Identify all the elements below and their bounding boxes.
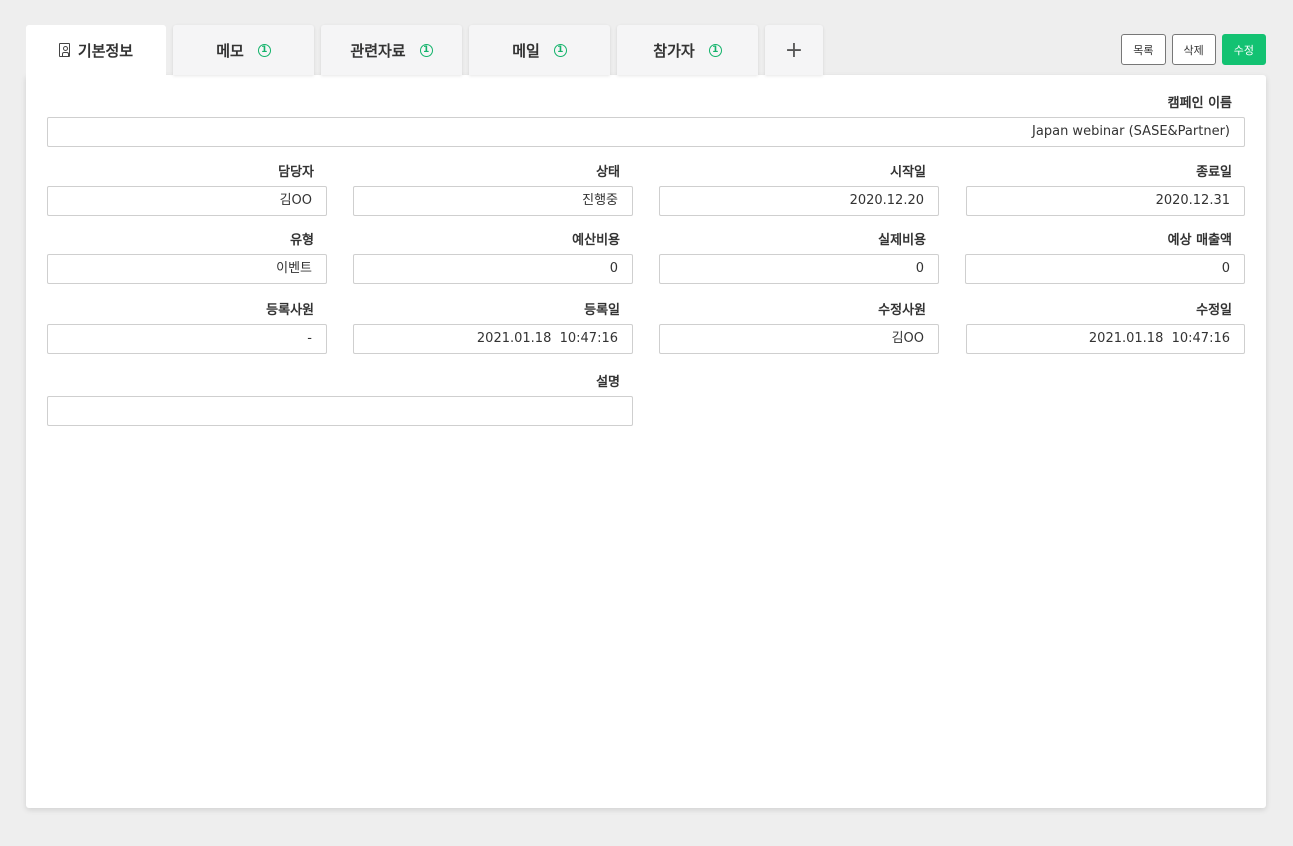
status-label: 상태	[596, 165, 620, 180]
actual-cost-input[interactable]: 0	[659, 254, 939, 284]
tab-label: 메일	[512, 41, 540, 60]
count-badge: 1	[553, 43, 567, 57]
owner-label: 담당자	[278, 165, 314, 180]
tab-basic-info[interactable]: 기본정보	[26, 25, 166, 75]
tab-related-files[interactable]: 관련자료 1	[321, 25, 462, 75]
registered-date-input[interactable]: 2021.01.18 10:47:16	[353, 324, 633, 354]
list-button[interactable]: 목록	[1121, 34, 1166, 65]
actual-cost-label: 실제비용	[878, 233, 926, 248]
end-date-label: 종료일	[1196, 165, 1232, 180]
campaign-name-field: 캠페인 이름 Japan webinar (SASE&Partner)	[47, 92, 1245, 148]
status-input[interactable]: 진행중	[353, 186, 633, 216]
tab-label: 참가자	[653, 41, 695, 60]
delete-button[interactable]: 삭제	[1171, 34, 1216, 65]
budget-cost-input[interactable]: 0	[353, 254, 633, 284]
registered-by-field: 등록사원 -	[47, 299, 327, 355]
detail-panel: 캠페인 이름 Japan webinar (SASE&Partner) 담당자 …	[26, 75, 1266, 808]
expected-revenue-input[interactable]: 0	[965, 254, 1245, 284]
owner-field: 담당자 김OO	[47, 161, 327, 217]
start-date-input[interactable]: 2020.12.20	[659, 186, 939, 216]
tab-bar: 기본정보 메모 1 관련자료 1 메일 1 참가자 1 +	[26, 25, 823, 75]
type-label: 유형	[290, 233, 314, 248]
actual-cost-field: 실제비용 0	[659, 229, 939, 285]
registered-by-label: 등록사원	[266, 303, 314, 318]
count-badge: 1	[257, 43, 271, 57]
start-date-label: 시작일	[890, 165, 926, 180]
type-field: 유형 이벤트	[47, 229, 327, 285]
description-input[interactable]	[47, 396, 633, 426]
start-date-field: 시작일 2020.12.20	[659, 161, 939, 217]
tab-memo[interactable]: 메모 1	[173, 25, 314, 75]
document-icon	[58, 43, 70, 57]
type-input[interactable]: 이벤트	[47, 254, 327, 284]
description-label: 설명	[596, 375, 620, 390]
plus-icon: +	[784, 37, 804, 63]
count-badge: 1	[419, 43, 433, 57]
registered-date-label: 등록일	[584, 303, 620, 318]
tab-label: 메모	[216, 41, 244, 60]
modified-date-field: 수정일 2021.01.18 10:47:16	[966, 299, 1245, 355]
expected-revenue-field: 예상 매출액 0	[965, 229, 1245, 285]
campaign-name-label: 캠페인 이름	[1167, 96, 1232, 111]
add-tab-button[interactable]: +	[765, 25, 823, 75]
tab-mail[interactable]: 메일 1	[469, 25, 610, 75]
modified-date-label: 수정일	[1196, 303, 1232, 318]
campaign-name-input[interactable]: Japan webinar (SASE&Partner)	[47, 117, 1245, 147]
action-buttons: 목록 삭제 수정	[1121, 34, 1266, 65]
budget-cost-label: 예산비용	[572, 233, 620, 248]
status-field: 상태 진행중	[353, 161, 633, 217]
count-badge: 1	[708, 43, 722, 57]
description-field: 설명	[47, 371, 633, 427]
modified-by-label: 수정사원	[878, 303, 926, 318]
budget-cost-field: 예산비용 0	[353, 229, 633, 285]
tab-participants[interactable]: 참가자 1	[617, 25, 758, 75]
registered-by-input[interactable]: -	[47, 324, 327, 354]
tab-label: 관련자료	[350, 41, 406, 60]
end-date-field: 종료일 2020.12.31	[966, 161, 1245, 217]
owner-input[interactable]: 김OO	[47, 186, 327, 216]
end-date-input[interactable]: 2020.12.31	[966, 186, 1245, 216]
registered-date-field: 등록일 2021.01.18 10:47:16	[353, 299, 633, 355]
modified-by-field: 수정사원 김OO	[659, 299, 939, 355]
tab-label: 기본정보	[77, 41, 134, 60]
modified-by-input[interactable]: 김OO	[659, 324, 939, 354]
expected-revenue-label: 예상 매출액	[1167, 233, 1232, 248]
edit-button[interactable]: 수정	[1221, 34, 1266, 65]
modified-date-input[interactable]: 2021.01.18 10:47:16	[966, 324, 1245, 354]
